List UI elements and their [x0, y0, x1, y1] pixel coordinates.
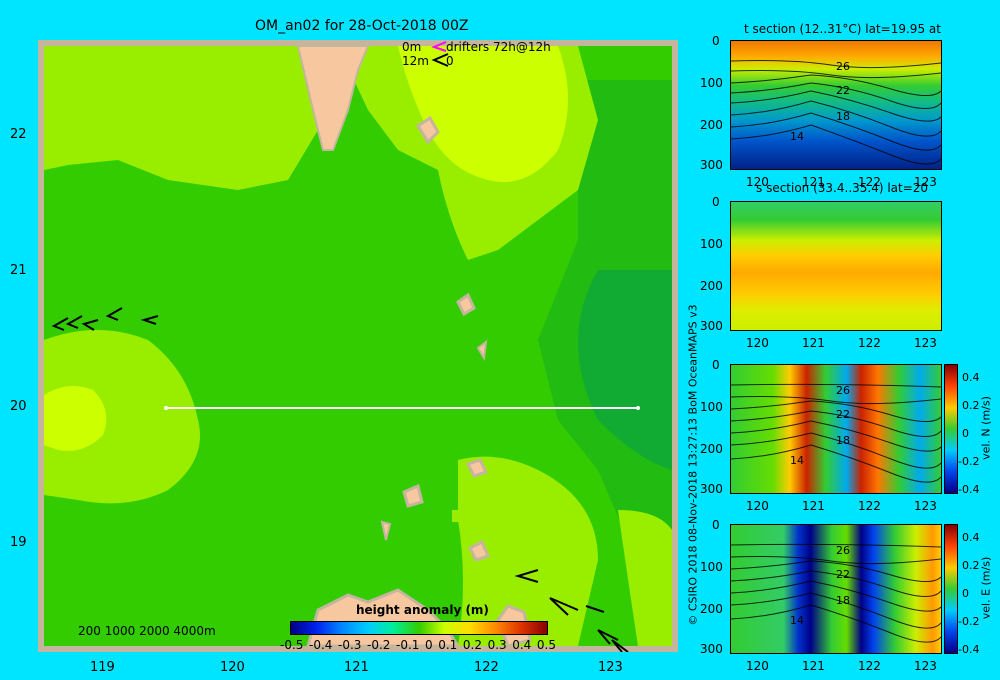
ve-cbar-tick: 0.2 — [962, 559, 980, 572]
ve-xtick: 120 — [746, 659, 769, 673]
legend-drifters-sub: 0 — [446, 54, 454, 68]
s-xtick: 120 — [746, 336, 769, 350]
ve-cbar-tick: 0.4 — [962, 531, 980, 544]
vn-contour-label: 18 — [836, 434, 850, 447]
map-ytick: 22 — [10, 127, 27, 142]
ve-contour-label: 22 — [836, 568, 850, 581]
ve-ytick: 0 — [712, 518, 720, 532]
vn-ytick: 200 — [700, 442, 723, 456]
vel-n-colorbar — [944, 364, 958, 494]
ve-contour-label: 18 — [836, 594, 850, 607]
s-ytick: 100 — [700, 237, 723, 251]
ve-cbar-tick: -0.2 — [958, 615, 980, 628]
s-xtick: 122 — [858, 336, 881, 350]
vn-contour-label: 14 — [790, 454, 804, 467]
vel-e-colorbar — [944, 524, 958, 654]
t-ytick: 300 — [700, 158, 723, 172]
vn-cbar-tick: -0.2 — [958, 455, 980, 468]
vn-xtick: 120 — [746, 499, 769, 513]
ve-xtick: 121 — [802, 659, 825, 673]
cbar-tick: -0.1 — [396, 638, 420, 652]
t-contour-label: 26 — [836, 60, 850, 73]
t-ytick: 200 — [700, 118, 723, 132]
vn-cbar-tick: 0.4 — [962, 371, 980, 384]
cbar-tick: -0.2 — [367, 638, 391, 652]
vel-n-cbar-label: vel. N (m/s) — [979, 396, 993, 460]
ve-xtick: 122 — [858, 659, 881, 673]
vn-contour-label: 22 — [836, 408, 850, 421]
vel-e-cbar-label: vel. E (m/s) — [979, 556, 993, 620]
legend-0m: 0m — [402, 40, 422, 54]
vn-contour-label: 26 — [836, 384, 850, 397]
colorbar — [290, 621, 548, 635]
cbar-tick: 0.3 — [487, 638, 507, 652]
legend-12m: 12m — [402, 54, 429, 68]
s-ytick: 300 — [700, 319, 723, 333]
vn-ytick: 0 — [712, 358, 720, 372]
ve-ytick: 300 — [700, 642, 723, 656]
ve-cbar-tick: -0.4 — [958, 643, 980, 656]
ve-xtick: 123 — [914, 659, 937, 673]
vn-cbar-tick: 0.2 — [962, 399, 980, 412]
cbar-tick: -0.5 — [280, 638, 304, 652]
ve-contour-label: 14 — [790, 614, 804, 627]
t-contour-label: 18 — [836, 110, 850, 123]
vn-cbar-tick: 0 — [962, 427, 969, 440]
t-contour-label: 22 — [836, 84, 850, 97]
credit-text: © CSIRO 2018 08-Nov-2018 13:27:13 BoM Oc… — [686, 304, 700, 626]
map-xtick: 119 — [90, 660, 115, 675]
t-contour-label: 14 — [790, 130, 804, 143]
map-title: OM_an02 for 28-Oct-2018 00Z — [255, 18, 469, 34]
s-ytick: 200 — [700, 279, 723, 293]
map-ytick: 20 — [10, 399, 27, 414]
map-ytick: 19 — [10, 535, 27, 550]
t-section-title: t section (12..31°C) lat=19.95 at — [744, 22, 941, 36]
legend-drifters: drifters 72h@12h — [446, 40, 551, 54]
map-xtick: 121 — [344, 660, 369, 675]
s-section-title: s section (33.4..35.4) lat=20 — [756, 181, 929, 195]
t-ytick: 0 — [712, 34, 720, 48]
vn-xtick: 121 — [802, 499, 825, 513]
cbar-tick: 0 — [425, 638, 433, 652]
colorbar-ticks: -0.5 -0.4 -0.3 -0.2 -0.1 0 0.1 0.2 0.3 0… — [280, 638, 556, 652]
vn-xtick: 123 — [914, 499, 937, 513]
cbar-tick: 0.4 — [512, 638, 532, 652]
map-xtick: 123 — [598, 660, 623, 675]
cbar-tick: 0.2 — [462, 638, 482, 652]
cbar-tick: -0.3 — [338, 638, 362, 652]
t-ytick: 100 — [700, 76, 723, 90]
cbar-tick: -0.4 — [309, 638, 333, 652]
s-xtick: 121 — [802, 336, 825, 350]
vn-xtick: 122 — [858, 499, 881, 513]
s-section-plot — [730, 201, 942, 331]
vn-ytick: 100 — [700, 400, 723, 414]
colorbar-title: height anomaly (m) — [356, 603, 489, 617]
vn-cbar-tick: -0.4 — [958, 483, 980, 496]
vn-ytick: 300 — [700, 482, 723, 496]
ve-ytick: 200 — [700, 602, 723, 616]
s-ytick: 0 — [712, 195, 720, 209]
bathy-legend: 200 1000 2000 4000m — [78, 624, 216, 638]
map-xtick: 120 — [220, 660, 245, 675]
height-anomaly-map — [38, 40, 678, 652]
map-ytick: 21 — [10, 263, 27, 278]
cbar-tick: 0.1 — [438, 638, 458, 652]
ve-ytick: 100 — [700, 560, 723, 574]
cbar-tick: 0.5 — [536, 638, 556, 652]
ve-contour-label: 26 — [836, 544, 850, 557]
s-xtick: 123 — [914, 336, 937, 350]
map-xtick: 122 — [474, 660, 499, 675]
ve-cbar-tick: 0 — [962, 587, 969, 600]
